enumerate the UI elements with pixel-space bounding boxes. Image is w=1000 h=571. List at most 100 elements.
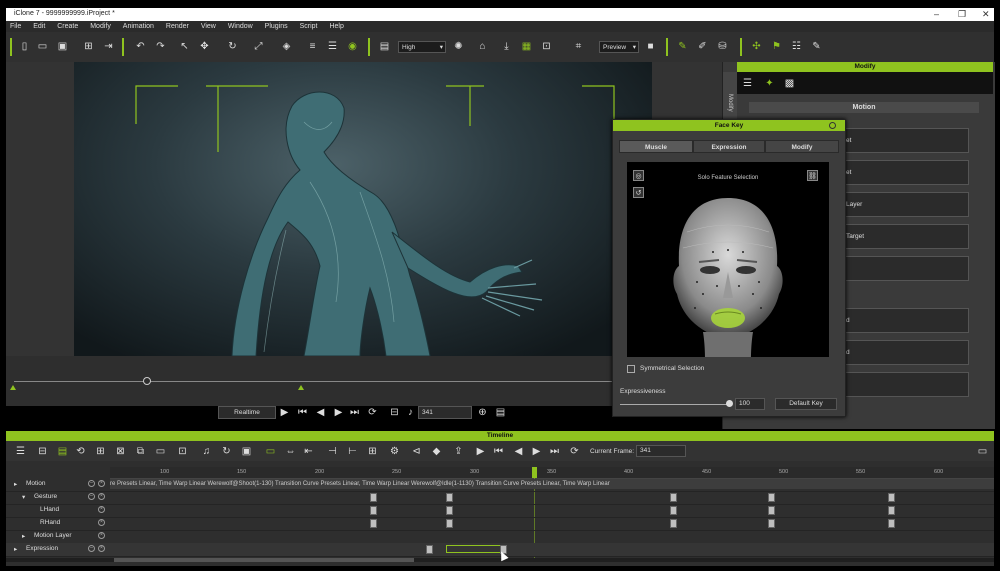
break-icon[interactable]: ⊞ [94, 445, 107, 458]
time-slider-handle[interactable] [143, 377, 151, 385]
face-view[interactable]: Solo Feature Selection ◎ ↺ ⛓ [627, 162, 829, 357]
save-icon[interactable]: ▣ [56, 40, 69, 53]
camera-icon[interactable]: ■ [644, 40, 657, 53]
track-toggle-icon[interactable]: – [88, 493, 95, 500]
paint-icon[interactable]: ✎ [810, 40, 823, 53]
preview-dropdown[interactable]: Preview ▾ [599, 41, 639, 53]
range-end-marker[interactable] [298, 385, 304, 390]
paste-icon[interactable]: ▭ [154, 445, 167, 458]
menu-help[interactable]: Help [329, 21, 343, 32]
expressiveness-input[interactable]: 100 [735, 398, 765, 410]
open-folder-icon[interactable]: ▭ [36, 40, 49, 53]
copy-icon[interactable]: ⧉ [134, 445, 147, 458]
tl-prev-icon[interactable]: ◀ [512, 445, 525, 458]
loop-icon[interactable]: ⟳ [366, 406, 379, 419]
motion-section-header[interactable]: Motion [749, 102, 979, 113]
modify-option-button[interactable]: d [829, 308, 969, 333]
merge-icon[interactable]: ⊠ [114, 445, 127, 458]
keyframe[interactable] [670, 519, 677, 528]
menu-create[interactable]: Create [57, 21, 78, 32]
step-forward-icon[interactable]: ▶ [332, 406, 345, 419]
export-clip-icon[interactable]: ⇪ [452, 445, 465, 458]
play-icon[interactable]: ▶ [278, 406, 291, 419]
import-icon[interactable]: ⊞ [82, 40, 95, 53]
viewport-icon[interactable]: ▤ [378, 40, 391, 53]
menu-window[interactable]: Window [228, 21, 253, 32]
next-key-icon[interactable]: ⏭ [348, 406, 361, 419]
lock-icon[interactable]: ▣ [240, 445, 253, 458]
keyframe[interactable] [370, 506, 377, 515]
menu-file[interactable]: File [10, 21, 21, 32]
zoom-out-icon[interactable]: ⇤ [302, 445, 315, 458]
expressiveness-slider-track[interactable] [620, 404, 730, 405]
rotate-icon[interactable]: ↻ [226, 40, 239, 53]
monitor-icon[interactable]: ▭ [976, 445, 989, 458]
track-rhand[interactable]: RHand × [6, 517, 994, 531]
default-key-button[interactable]: Default Key [775, 398, 837, 410]
checker-icon[interactable]: ▩ [783, 77, 796, 90]
sound-icon[interactable]: ♪ [404, 406, 417, 419]
keyframe[interactable] [670, 506, 677, 515]
modify-option-button[interactable]: Target [829, 224, 969, 249]
track-close-icon[interactable]: × [98, 532, 105, 539]
track-close-icon[interactable]: × [98, 480, 105, 487]
target-icon[interactable]: ⊕ [476, 406, 489, 419]
filter-icon[interactable]: ▤ [56, 445, 69, 458]
layer-icon[interactable]: ☰ [326, 40, 339, 53]
tab-muscle[interactable]: Muscle [619, 140, 693, 153]
modify-option-button[interactable] [829, 256, 969, 281]
frame-input[interactable]: 341 [418, 406, 472, 419]
download-icon[interactable]: ⤓ [500, 40, 513, 53]
insert-icon[interactable]: ⊣ [326, 445, 339, 458]
tl-first-icon[interactable]: ⏮ [492, 445, 505, 458]
running-figure-icon[interactable]: ✦ [763, 77, 776, 90]
home-icon[interactable]: ⌂ [476, 40, 489, 53]
motion-clip[interactable]: re Presets Linear, Time Warp Linear Were… [110, 479, 994, 489]
keyframe[interactable] [768, 493, 775, 502]
time-slider-track[interactable] [14, 381, 614, 382]
tl-loop-icon[interactable]: ⟳ [568, 445, 581, 458]
symmetrical-checkbox[interactable] [627, 365, 635, 373]
track-toggle-icon[interactable]: – [88, 545, 95, 552]
export-icon[interactable]: ⇥ [102, 40, 115, 53]
menu-script[interactable]: Script [300, 21, 318, 32]
expand-arrow-icon[interactable]: ▸ [14, 480, 17, 488]
key-icon[interactable]: ◆ [430, 445, 443, 458]
music-icon[interactable]: ♫ [200, 445, 213, 458]
frame-icon[interactable]: ⊡ [540, 40, 553, 53]
quality-dropdown[interactable]: High ▾ [398, 41, 446, 53]
tl-last-icon[interactable]: ⏭ [548, 445, 561, 458]
modify-option-button[interactable]: et [829, 128, 969, 153]
modify-option-button[interactable]: Layer [829, 192, 969, 217]
modify-option-button[interactable]: d [829, 340, 969, 365]
keyframe[interactable] [446, 493, 453, 502]
keyframe[interactable] [426, 545, 433, 554]
tab-modify[interactable]: Modify [765, 140, 839, 153]
flag-icon[interactable]: ⚑ [770, 40, 783, 53]
loop-track-icon[interactable]: ⟲ [74, 445, 87, 458]
keyframe[interactable] [768, 519, 775, 528]
expressiveness-slider-handle[interactable] [726, 400, 733, 407]
grid-icon[interactable]: ▦ [520, 40, 533, 53]
undo-icon[interactable]: ↶ [134, 40, 147, 53]
bucket-icon[interactable]: ⛁ [716, 40, 729, 53]
menu-animation[interactable]: Animation [123, 21, 154, 32]
collapse-arrow-icon[interactable]: ▾ [22, 493, 25, 501]
sun-light-icon[interactable]: ✺ [452, 40, 465, 53]
pen-tool-icon[interactable]: ✎ [676, 40, 689, 53]
record-icon[interactable]: ⊟ [388, 406, 401, 419]
sample-icon[interactable]: ⊡ [176, 445, 189, 458]
keyframe[interactable] [370, 519, 377, 528]
menu-modify[interactable]: Modify [90, 21, 111, 32]
eye-icon[interactable]: ◉ [346, 40, 359, 53]
modify-option-button[interactable]: et [829, 160, 969, 185]
list-icon[interactable]: ☷ [790, 40, 803, 53]
expression-clip-selection[interactable] [446, 545, 504, 553]
track-list-icon[interactable]: ☰ [14, 445, 27, 458]
close-icon[interactable] [829, 122, 836, 129]
keyframe[interactable] [446, 519, 453, 528]
menu-view[interactable]: View [201, 21, 216, 32]
redo-icon[interactable]: ↷ [154, 40, 167, 53]
menu-render[interactable]: Render [166, 21, 189, 32]
track-close-icon[interactable]: × [98, 519, 105, 526]
